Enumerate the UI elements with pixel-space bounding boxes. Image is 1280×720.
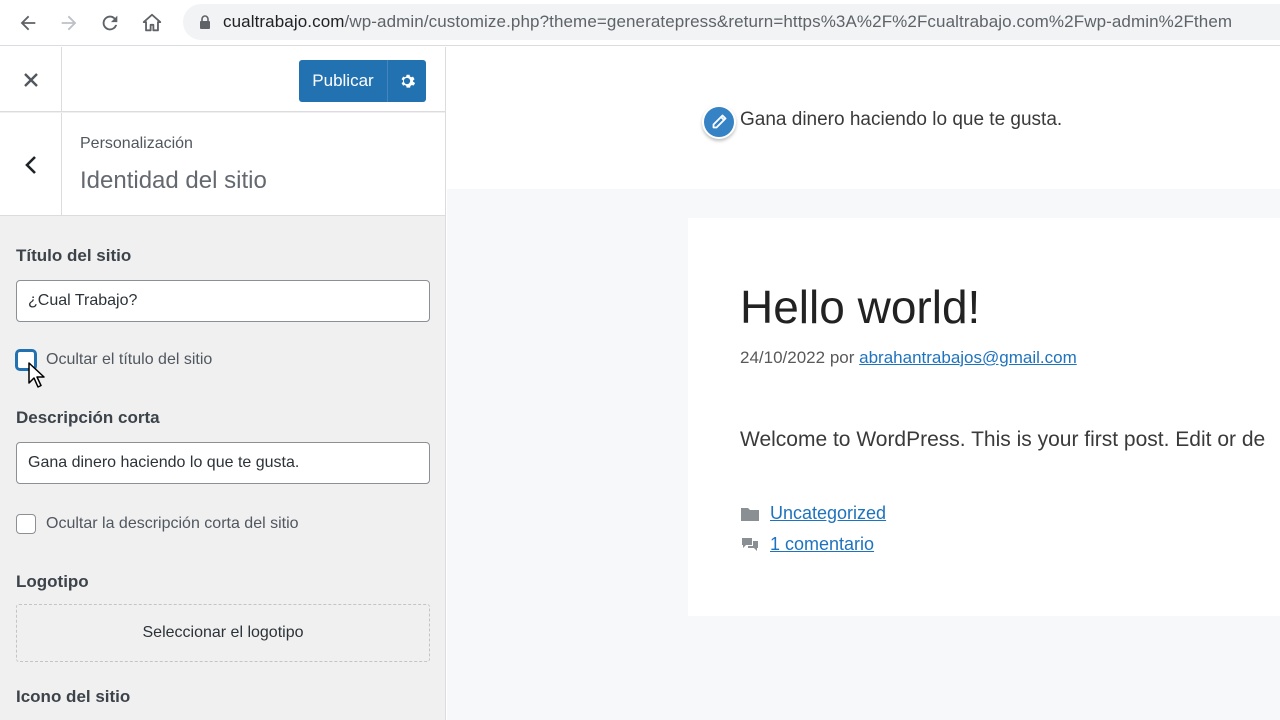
url-text: cualtrabajo.com/wp-admin/customize.php?t… (223, 12, 1233, 31)
site-tagline: Gana dinero haciendo lo que te gusta. (740, 109, 1063, 130)
site-title-label: Título del sitio (16, 246, 132, 265)
hide-tagline-label[interactable]: Ocultar la descripción corta del sitio (46, 515, 299, 533)
reload-button[interactable] (94, 7, 126, 39)
post-excerpt: Welcome to WordPress. This is your first… (740, 428, 1266, 451)
select-logo-button[interactable]: Seleccionar el logotipo (16, 604, 430, 662)
home-button[interactable] (136, 7, 168, 39)
lock-icon (200, 15, 210, 29)
post-by: por (829, 348, 855, 367)
hide-tagline-checkbox[interactable] (16, 514, 36, 534)
logo-label: Logotipo (16, 572, 89, 591)
edit-tagline-shortcut[interactable] (702, 105, 736, 139)
customizer-sidebar: Publicar Personalización Identidad del s… (0, 47, 446, 720)
address-bar[interactable]: cualtrabajo.com/wp-admin/customize.php?t… (183, 4, 1280, 40)
back-arrow-icon (20, 15, 36, 31)
site-preview: Gana dinero haciendo lo que te gusta. He… (447, 47, 1280, 720)
forward-arrow-icon (61, 15, 77, 31)
hide-tagline-row: Ocultar la descripción corta del sitio (16, 514, 299, 534)
browser-toolbar: cualtrabajo.com/wp-admin/customize.php?t… (0, 0, 1280, 46)
publish-button-group: Publicar (299, 60, 426, 102)
customizer-header: Publicar (0, 47, 445, 112)
site-icon-label: Icono del sitio (16, 687, 131, 706)
publish-settings-button[interactable] (387, 60, 426, 102)
forward-button[interactable] (53, 7, 85, 39)
post-article: Hello world! 24/10/2022 por abrahantraba… (688, 218, 1280, 616)
chevron-left-icon (24, 155, 36, 174)
post-date: 24/10/2022 (740, 348, 826, 367)
category-link[interactable]: Uncategorized (770, 503, 886, 524)
close-customizer-button[interactable] (0, 47, 62, 112)
tagline-input[interactable] (16, 442, 430, 484)
section-title: Identidad del sitio (80, 167, 267, 194)
close-icon (23, 72, 38, 87)
tagline-label: Descripción corta (16, 408, 160, 427)
site-header: Gana dinero haciendo lo que te gusta. (447, 47, 1280, 189)
breadcrumb: Personalización (80, 135, 193, 152)
post-author-link[interactable]: abrahantrabajos@gmail.com (859, 348, 1077, 367)
back-button[interactable] (12, 7, 44, 39)
hide-title-label[interactable]: Ocultar el título del sitio (46, 351, 212, 369)
post-title[interactable]: Hello world! (740, 280, 980, 334)
back-to-panel-button[interactable] (0, 113, 62, 216)
post-meta: 24/10/2022 por abrahantrabajos@gmail.com (740, 348, 1077, 368)
comments-icon (742, 537, 758, 551)
section-header: Personalización Identidad del sitio (0, 113, 445, 216)
comments-link[interactable]: 1 comentario (770, 534, 874, 555)
post-category-row: Uncategorized (740, 503, 886, 524)
home-icon (142, 13, 162, 32)
folder-icon (741, 507, 759, 521)
site-title-input[interactable] (16, 280, 430, 322)
post-comments-row: 1 comentario (740, 534, 874, 555)
gear-icon (401, 74, 416, 88)
publish-button[interactable]: Publicar (299, 71, 387, 91)
reload-icon (102, 15, 118, 31)
pencil-icon (712, 114, 727, 129)
cursor-icon (28, 362, 45, 388)
